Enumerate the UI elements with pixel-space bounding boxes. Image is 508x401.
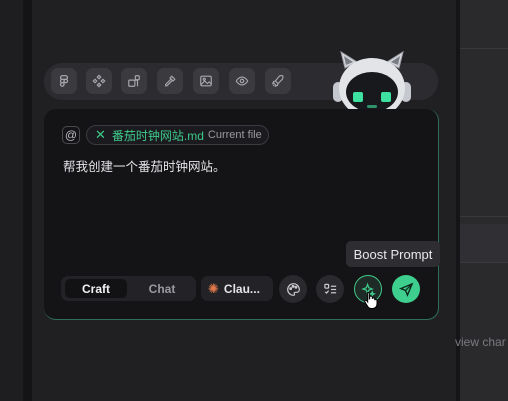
boost-prompt-tooltip: Boost Prompt [346,241,440,267]
model-selector[interactable]: ✺ Clau... [201,276,273,301]
palette-icon [286,282,300,296]
view-changes-link[interactable]: view char [455,335,508,351]
right-panel-divider [460,48,508,49]
rocket-icon[interactable] [265,68,291,94]
attached-file-name: 番茄时钟网站.md [111,128,204,143]
claude-spark-icon: ✺ [208,280,219,296]
attached-file-chip: ✕ 番茄时钟网站.md Current file [86,125,269,145]
palette-button[interactable] [279,275,307,303]
remove-file-icon[interactable]: ✕ [95,127,106,143]
right-panel-divider [460,262,508,263]
components-icon[interactable] [86,68,112,94]
left-sidebar [0,0,23,401]
figma-icon[interactable] [51,68,77,94]
left-divider [23,0,32,401]
model-label: Clau... [223,281,260,296]
checklist-icon [323,283,336,294]
pipette-icon[interactable] [157,68,183,94]
right-panel-row [460,224,508,262]
image-icon[interactable] [193,68,219,94]
mode-craft-tab[interactable]: Craft [65,279,127,298]
mode-chat-tab[interactable]: Chat [131,279,193,298]
prompt-input[interactable]: 帮我创建一个番茄时钟网站。 [63,156,423,174]
mode-toggle: Craft Chat [61,276,196,301]
eye-icon[interactable] [229,68,255,94]
blocks-icon[interactable] [121,68,147,94]
hand-cursor-icon [364,291,378,309]
current-file-tag: Current file [207,129,262,141]
send-button[interactable] [392,275,420,303]
mention-button[interactable]: @ [62,126,80,144]
right-panel-divider [460,216,508,217]
send-icon [398,282,413,297]
checklist-button[interactable] [316,275,344,303]
